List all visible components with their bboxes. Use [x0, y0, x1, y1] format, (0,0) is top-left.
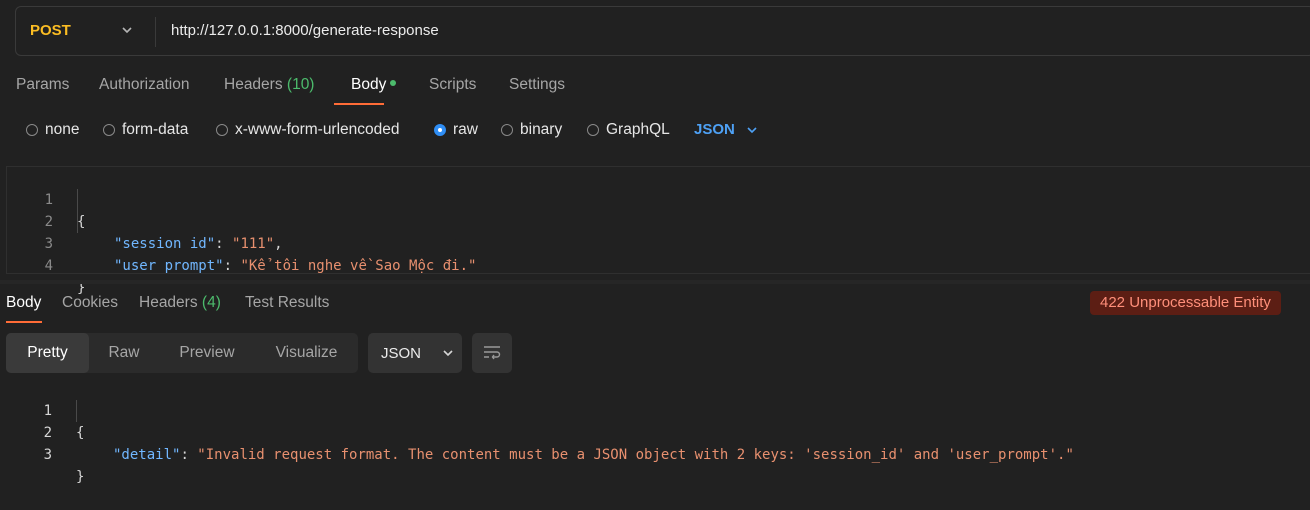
code-line: 2 "session id": "111", [7, 189, 283, 252]
view-mode-pretty[interactable]: Pretty [6, 333, 89, 373]
code-text: "detail": "Invalid request format. The c… [113, 444, 1074, 466]
tab-settings[interactable]: Settings [509, 76, 565, 94]
json-separator: : [180, 447, 198, 463]
response-tab-test-results[interactable]: Test Results [245, 294, 329, 312]
indent-guide [76, 400, 77, 422]
line-number: 3 [43, 447, 52, 463]
code-line: 4 } [7, 233, 86, 296]
tab-authorization[interactable]: Authorization [99, 76, 189, 94]
view-mode-visualize[interactable]: Visualize [255, 333, 358, 373]
radio-circle [26, 124, 38, 136]
tab-label: Headers [139, 294, 198, 311]
radio-label: none [45, 121, 80, 138]
chevron-down-icon [443, 350, 453, 357]
chevron-down-icon [122, 27, 132, 34]
wrap-lines-button[interactable] [472, 333, 512, 373]
radio-label: form-data [122, 121, 189, 138]
method-label: POST [30, 22, 71, 39]
radio-label: raw [453, 121, 478, 138]
code-text: { [77, 214, 86, 230]
response-tab-cookies[interactable]: Cookies [62, 294, 118, 312]
code-line: 3 } [6, 422, 85, 485]
radio-graphql[interactable]: GraphQL [587, 121, 670, 139]
tab-label: Test Results [245, 294, 330, 311]
radio-circle [216, 124, 228, 136]
json-comma: , [274, 236, 283, 252]
radio-label: binary [520, 121, 563, 138]
tab-scripts[interactable]: Scripts [429, 76, 476, 94]
radio-binary[interactable]: binary [501, 121, 562, 139]
json-separator: : [223, 258, 241, 274]
radio-raw[interactable]: raw [434, 121, 478, 139]
code-text: "user prompt": "Kể tôi nghe về Sao Mộc đ… [114, 255, 476, 277]
view-mode-raw[interactable]: Raw [89, 333, 159, 373]
tab-label: Headers [224, 76, 283, 93]
wrap-lines-icon [484, 346, 501, 360]
line-number: 4 [44, 258, 53, 274]
code-line: 1 { [7, 167, 86, 230]
headers-count-badge: (10) [286, 76, 315, 93]
json-key: "session id" [114, 236, 216, 252]
radio-label: x-www-form-urlencoded [235, 121, 400, 138]
pane-resize-handle[interactable] [0, 280, 1310, 284]
tab-label: Cookies [62, 294, 118, 311]
headers-count-badge: (4) [201, 294, 221, 311]
tab-label: Body [6, 294, 42, 311]
tab-headers[interactable]: Headers (10) [224, 76, 314, 94]
tab-label: Body [351, 76, 387, 93]
radio-circle-checked [434, 124, 446, 136]
json-value: "Invalid request format. The content mus… [197, 447, 1074, 463]
json-key: "user prompt" [114, 258, 224, 274]
json-value: "111" [232, 236, 275, 252]
status-badge: 422 Unprocessable Entity [1090, 291, 1281, 315]
tab-label: Params [16, 76, 70, 93]
code-text: { [76, 425, 85, 441]
view-mode-switcher: Pretty Raw Preview Visualize [6, 333, 358, 373]
code-line: 1 { [6, 378, 85, 441]
code-text: "session id": "111", [114, 233, 283, 255]
json-value: "Kể tôi nghe về Sao Mộc đi." [240, 258, 477, 274]
response-format-label: JSON [381, 344, 422, 362]
request-url-bar: POST http://127.0.0.1:8000/generate-resp… [15, 6, 1310, 56]
chevron-down-icon [747, 126, 757, 133]
tab-label: Settings [509, 76, 566, 93]
method-select[interactable]: POST [16, 7, 156, 55]
radio-circle [103, 124, 115, 136]
radio-label: GraphQL [606, 121, 670, 138]
radio-x-www-form-urlencoded[interactable]: x-www-form-urlencoded [216, 121, 400, 139]
code-line: 2 "detail": "Invalid request format. The… [6, 400, 1074, 463]
json-separator: : [215, 236, 233, 252]
tab-params[interactable]: Params [16, 76, 69, 94]
code-text: } [76, 469, 85, 485]
response-format-select[interactable]: JSON [368, 333, 462, 373]
radio-circle [501, 124, 513, 136]
request-body-editor[interactable]: 1 { 2 "session id": "111", 3 "user promp… [6, 166, 1310, 296]
active-tab-indicator [334, 103, 384, 105]
tab-body[interactable]: Body [351, 76, 397, 94]
code-line: 3 "user prompt": "Kể tôi nghe về Sao Mộc… [7, 211, 477, 274]
tab-label: Authorization [99, 76, 190, 93]
body-modified-dot [390, 79, 397, 86]
radio-none[interactable]: none [26, 121, 79, 139]
response-body-viewer[interactable]: 1 { 2 "detail": "Invalid request format.… [6, 378, 1306, 485]
active-response-tab-indicator [6, 321, 42, 323]
radio-circle [587, 124, 599, 136]
response-tab-body[interactable]: Body [6, 294, 41, 312]
body-format-label: JSON [694, 121, 735, 138]
json-key: "detail" [113, 447, 181, 463]
view-mode-preview[interactable]: Preview [159, 333, 255, 373]
tab-label: Scripts [429, 76, 477, 93]
url-input[interactable]: http://127.0.0.1:8000/generate-response [171, 22, 439, 39]
body-format-select[interactable]: JSON [694, 121, 759, 138]
response-tab-headers[interactable]: Headers (4) [139, 294, 221, 312]
radio-form-data[interactable]: form-data [103, 121, 188, 139]
url-divider [155, 17, 156, 47]
